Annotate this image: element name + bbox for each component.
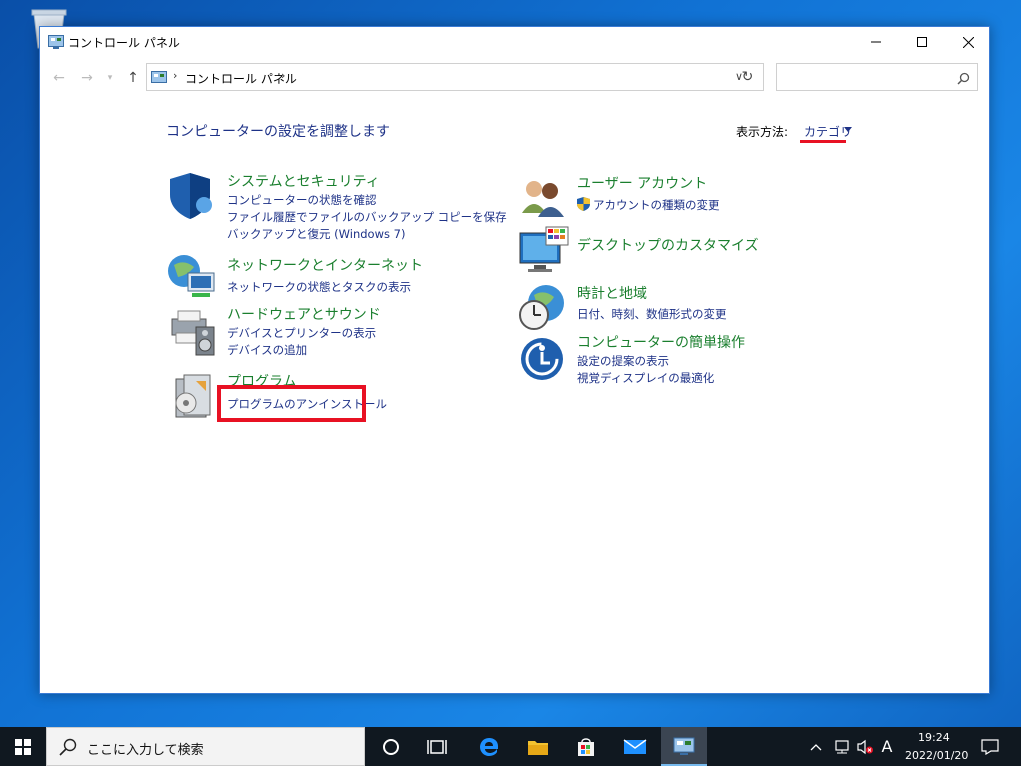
breadcrumb-chevron-icon[interactable]: › (281, 69, 285, 82)
task-view-icon (427, 739, 447, 754)
control-panel-icon (673, 737, 695, 755)
folder-icon (528, 740, 548, 755)
task-view-button[interactable] (414, 727, 460, 766)
ime-mode-indicator[interactable]: A (876, 727, 898, 766)
mail-button[interactable] (612, 727, 658, 766)
window-title: コントロール パネル (68, 36, 180, 50)
show-hidden-icons-chevron-icon[interactable] (806, 727, 826, 766)
cortana-button[interactable] (368, 727, 414, 766)
annotation-underline (800, 140, 846, 143)
minimize-icon (871, 41, 881, 43)
monitor-colors-icon[interactable] (518, 225, 570, 277)
link-suggested-settings[interactable]: 設定の提案の表示 (577, 353, 669, 369)
taskbar-search-placeholder: ここに入力して検索 (87, 743, 204, 758)
link-devices-printers[interactable]: デバイスとプリンターの表示 (227, 325, 376, 341)
category-system-security[interactable]: システムとセキュリティ (227, 171, 380, 191)
network-icon[interactable] (830, 727, 854, 766)
store-button[interactable] (563, 727, 609, 766)
link-change-date-time-format[interactable]: 日付、時刻、数値形式の変更 (577, 306, 727, 322)
recent-locations-chevron-icon[interactable]: ▾ (100, 68, 120, 88)
store-bag-icon (578, 737, 594, 756)
edge-browser-button[interactable] (466, 727, 512, 766)
link-file-history-backup[interactable]: ファイル履歴でファイルのバックアップ コピーを保存 (227, 209, 507, 225)
control-panel-taskbar-button[interactable] (661, 727, 707, 766)
link-optimize-visual-display[interactable]: 視覚ディスプレイの最適化 (577, 370, 714, 386)
search-icon (59, 738, 77, 760)
maximize-button[interactable] (899, 27, 945, 57)
uac-shield-icon (577, 196, 590, 215)
clock-time[interactable]: 19:24 (918, 731, 950, 744)
address-bar[interactable]: › コントロール パネル › ∨ (146, 63, 764, 91)
search-icon (957, 70, 970, 89)
link-check-computer-status[interactable]: コンピューターの状態を確認 (227, 192, 377, 208)
control-panel-icon (48, 34, 64, 49)
title-bar[interactable]: コントロール パネル (40, 27, 989, 57)
edge-icon (480, 737, 498, 756)
link-change-account-type[interactable]: アカウントの種類の変更 (593, 197, 720, 213)
breadcrumb-chevron-icon[interactable]: › (173, 69, 177, 82)
annotation-highlight-box (217, 385, 366, 422)
link-network-status-tasks[interactable]: ネットワークの状態とタスクの表示 (227, 279, 411, 295)
category-hardware-sound[interactable]: ハードウェアとサウンド (227, 304, 381, 324)
windows-logo-icon (15, 738, 31, 755)
cortana-circle-icon (383, 738, 399, 755)
close-icon (962, 36, 974, 48)
minimize-button[interactable] (853, 27, 899, 57)
volume-muted-icon[interactable] (854, 727, 876, 766)
maximize-icon (917, 37, 927, 47)
link-add-device[interactable]: デバイスの追加 (227, 342, 307, 358)
search-input[interactable] (776, 63, 978, 91)
users-icon[interactable] (518, 173, 570, 225)
address-row: ← → ▾ ↑ › コントロール パネル › ∨ ↻ (40, 61, 989, 95)
taskbar-search-box[interactable]: ここに入力して検索 (46, 727, 365, 766)
category-appearance-personalization[interactable]: デスクトップのカスタマイズ (577, 235, 759, 255)
category-network-internet[interactable]: ネットワークとインターネット (227, 255, 423, 275)
up-arrow-icon[interactable]: ↑ (123, 68, 143, 88)
notification-icon (981, 738, 999, 755)
taskbar: ここに入力して検索 A 19:24 2022/01/20 (0, 727, 1021, 766)
control-panel-window: コントロール パネル ← → ▾ ↑ › コントロール パネル › ∨ ↻ コン… (39, 26, 990, 694)
page-title: コンピューターの設定を調整します (166, 124, 390, 140)
category-user-accounts[interactable]: ユーザー アカウント (577, 173, 707, 193)
file-explorer-button[interactable] (515, 727, 561, 766)
shield-icon[interactable] (166, 169, 218, 221)
back-arrow-icon[interactable]: ← (49, 68, 69, 88)
category-clock-region[interactable]: 時計と地域 (577, 283, 647, 303)
view-by-label: 表示方法: (736, 125, 789, 139)
refresh-icon: ↻ (741, 69, 754, 85)
category-ease-of-access[interactable]: コンピューターの簡単操作 (577, 332, 745, 352)
ease-of-access-icon[interactable] (518, 335, 570, 387)
printer-speaker-icon[interactable] (166, 305, 218, 357)
forward-arrow-icon[interactable]: → (77, 68, 97, 88)
start-button[interactable] (0, 727, 46, 766)
clock-globe-icon[interactable] (518, 281, 570, 333)
mail-envelope-icon (623, 738, 647, 754)
control-panel-icon (151, 70, 167, 84)
dropdown-caret-icon[interactable] (844, 127, 852, 132)
network-globe-icon[interactable] (166, 249, 218, 301)
notification-center-button[interactable] (978, 727, 1002, 766)
clock-date[interactable]: 2022/01/20 (905, 749, 968, 762)
close-button[interactable] (945, 27, 991, 57)
link-backup-restore[interactable]: バックアップと復元 (Windows 7) (227, 226, 405, 242)
programs-disc-icon[interactable] (166, 371, 218, 423)
refresh-button[interactable]: ↻ (732, 63, 764, 91)
